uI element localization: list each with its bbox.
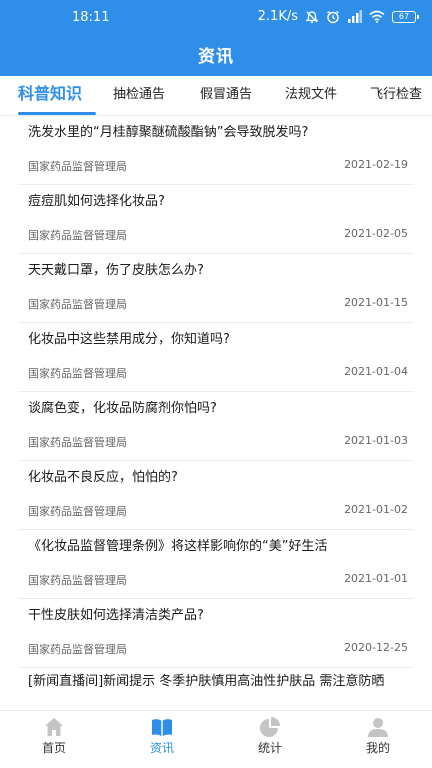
book-icon [151,716,173,738]
nav-profile[interactable]: 我的 [324,711,432,768]
list-item[interactable]: 《化妆品监督管理条例》将这样影响你的“美”好生活 国家药品监督管理局 2021-… [0,530,432,599]
tab-regulations[interactable]: 法规文件 [285,76,337,115]
article-date: 2021-02-19 [344,158,408,171]
article-source: 国家药品监督管理局 [28,229,127,242]
article-title: 干性皮肤如何选择清洁类产品? [28,608,204,623]
nav-statistics-label: 统计 [257,741,282,755]
list-item[interactable]: 天天戴口罩，伤了皮肤怎么办? 国家药品监督管理局 2021-01-15 [0,254,432,323]
list-item[interactable]: 化妆品中这些禁用成分，你知道吗? 国家药品监督管理局 2021-01-04 [0,323,432,392]
nav-home[interactable]: 首页 [0,711,108,768]
status-icons: 2.1K/s 67 [257,9,419,24]
list-item[interactable]: [新闻直播间]新闻提示 冬季护肤慎用高油性护肤品 需注意防晒 [0,668,432,710]
article-source: 国家药品监督管理局 [28,505,127,518]
article-title: 《化妆品监督管理条例》将这样影响你的“美”好生活 [28,539,328,554]
status-bar: 18:11 2.1K/s 67 [0,0,432,36]
app-header: 18:11 2.1K/s 67 资讯 [0,0,432,76]
nav-profile-label: 我的 [365,741,390,755]
article-source: 国家药品监督管理局 [28,160,127,173]
network-speed: 2.1K/s [257,9,298,24]
article-title: 洗发水里的“月桂醇聚醚硫酸酯钠”会导致脱发吗? [28,125,309,140]
article-date: 2021-01-15 [344,296,408,309]
list-item[interactable]: 痘痘肌如何选择化妆品? 国家药品监督管理局 2021-02-05 [0,185,432,254]
article-source: 国家药品监督管理局 [28,436,127,449]
nav-statistics[interactable]: 统计 [216,711,324,768]
article-source: 国家药品监督管理局 [28,643,127,656]
page-title: 资讯 [198,47,234,67]
list-item[interactable]: 干性皮肤如何选择清洁类产品? 国家药品监督管理局 2020-12-25 [0,599,432,668]
active-tab-indicator [18,112,96,115]
article-date: 2020-12-25 [344,641,408,654]
article-list: 洗发水里的“月桂醇聚醚硫酸酯钠”会导致脱发吗? 国家药品监督管理局 2021-0… [0,116,432,710]
pie-chart-icon [259,716,281,738]
mute-icon [305,10,319,24]
article-title: [新闻直播间]新闻提示 冬季护肤慎用高油性护肤品 需注意防晒 [28,674,385,689]
tab-science-knowledge[interactable]: 科普知识 [18,76,82,115]
nav-news[interactable]: 资讯 [108,711,216,768]
wifi-icon [369,10,385,23]
category-tabs: 科普知识 抽检通告 假冒通告 法规文件 飞行检查 [0,76,432,116]
article-title: 痘痘肌如何选择化妆品? [28,194,165,209]
article-date: 2021-01-04 [344,365,408,378]
article-source: 国家药品监督管理局 [28,574,127,587]
nav-news-label: 资讯 [149,741,174,755]
nav-home-label: 首页 [41,741,66,755]
article-title: 化妆品中这些禁用成分，你知道吗? [28,332,230,347]
article-title: 天天戴口罩，伤了皮肤怎么办? [28,263,204,278]
battery-icon: 67 [392,10,419,23]
list-item[interactable]: 谈腐色变，化妆品防腐剂你怕吗? 国家药品监督管理局 2021-01-03 [0,392,432,461]
article-date: 2021-01-02 [344,503,408,516]
article-source: 国家药品监督管理局 [28,367,127,380]
user-icon [367,716,389,738]
article-source: 国家药品监督管理局 [28,298,127,311]
list-item[interactable]: 化妆品不良反应，怕怕的? 国家药品监督管理局 2021-01-02 [0,461,432,530]
alarm-icon [326,10,340,24]
tab-flight-inspection[interactable]: 飞行检查 [370,76,422,115]
article-title: 化妆品不良反应，怕怕的? [28,470,178,485]
tab-sampling-notice[interactable]: 抽检通告 [113,76,165,115]
bottom-navigation: 首页 资讯 统计 我的 [0,710,432,768]
article-date: 2021-02-05 [344,227,408,240]
article-date: 2021-01-01 [344,572,408,585]
home-icon [43,716,65,738]
list-item[interactable]: 洗发水里的“月桂醇聚醚硫酸酯钠”会导致脱发吗? 国家药品监督管理局 2021-0… [0,116,432,185]
status-time: 18:11 [72,10,110,25]
article-title: 谈腐色变，化妆品防腐剂你怕吗? [28,401,217,416]
signal-icon [347,10,362,23]
article-date: 2021-01-03 [344,434,408,447]
tab-counterfeit-notice[interactable]: 假冒通告 [200,76,252,115]
